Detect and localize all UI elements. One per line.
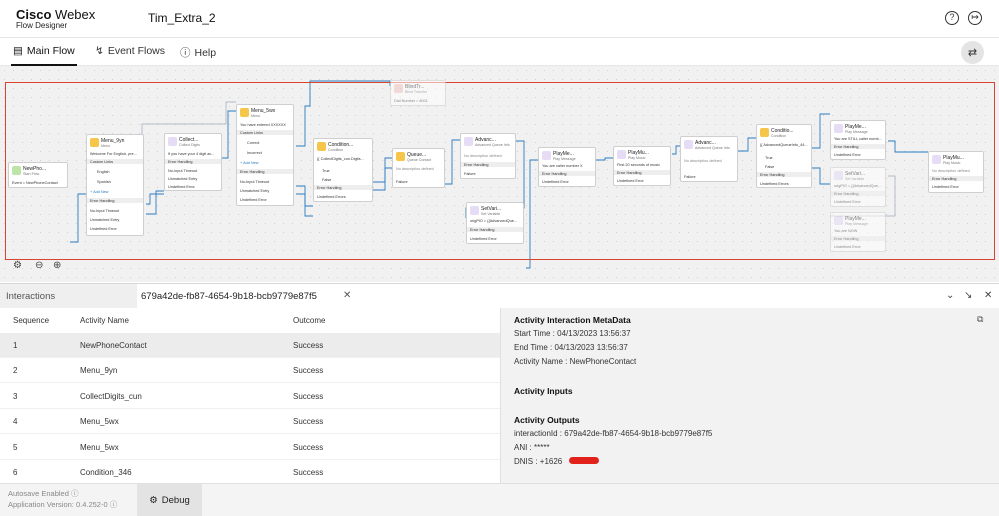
close-icon[interactable]: ✕ [343,290,351,301]
node-play-message-2[interactable]: PlayMe... Play Message You are STILL cal… [830,120,886,160]
app-version: Application Version: 0.4.252-0 ⓘ [8,500,118,509]
outputs-title: Activity Outputs [514,415,580,425]
column-header-outcome[interactable]: Outcome [293,316,325,325]
inputs-title: Activity Inputs [514,386,573,396]
interactions-table: Sequence Activity Name Outcome 1 NewPhon… [0,308,500,483]
table-row[interactable]: 6 Condition_346 Success [0,460,500,485]
app-header: Cisco Webex Flow Designer Tim_Extra_2 ? … [0,0,999,38]
node-play-message-3[interactable]: PlayMe... Play Message You are NOW Error… [830,212,886,252]
output-dnis: DNIS : +1626 [514,457,563,466]
node-menu-5wx[interactable]: Menu_5wx Menu You have entered XXXXXX Cu… [236,104,294,206]
condition-icon [760,128,769,137]
music-icon [617,150,626,159]
autosave-status: Autosave Enabled ⓘ [8,489,79,498]
node-queue-contact[interactable]: Queue... Queue Contact No description de… [392,148,445,188]
menu-icon [240,108,249,117]
table-row[interactable]: 5 Menu_5wx Success [0,435,500,460]
node-play-music-2[interactable]: PlayMu... Play Music No description defi… [928,151,984,193]
flow-canvas[interactable]: NewPho... Start Flow Event = NewPhoneCon… [0,66,999,282]
chevron-down-icon[interactable]: ⌄ [946,290,954,301]
table-row[interactable]: 3 CollectDigits_cun Success [0,384,500,409]
variable-icon [834,171,843,180]
help-icon: ⓘ [180,47,191,59]
logout-icon[interactable]: ↦ [968,11,982,25]
app-footer: Autosave Enabled ⓘ Application Version: … [0,483,999,516]
phone-icon [12,166,21,175]
node-menu-9yn[interactable]: Menu_9yn Menu Welcome For English, pre..… [86,134,144,236]
condition-icon [317,142,326,151]
message-icon [542,151,551,160]
flow-settings-button[interactable]: ⇄ [961,41,984,64]
node-set-variable-1[interactable]: SetVari... Set Variable origPIO = {{Adva… [466,202,524,244]
tab-help[interactable]: ⓘ Help [180,45,216,60]
tab-interaction-id[interactable]: 679a42de-fb87-4654-9b18-bcb9779e87f5 [141,291,317,302]
tab-interactions[interactable]: Interactions [0,284,137,308]
node-play-music-1[interactable]: PlayMu... Play Music First 20 seconds of… [613,146,671,186]
message-icon [834,124,843,133]
end-time: End Time : 04/13/2023 13:56:37 [514,343,628,352]
flow-designer-app: Cisco Webex Flow Designer Tim_Extra_2 ? … [0,0,999,516]
node-set-variable-2[interactable]: SetVari... Set Variable origPIO = {{Adva… [830,167,886,207]
settings-icon[interactable]: ⚙ [13,260,22,271]
queue-icon [396,152,405,161]
column-header-sequence[interactable]: Sequence [13,316,49,325]
variable-icon [470,206,479,215]
menu-icon [90,138,99,147]
node-play-message-1[interactable]: PlayMe... Play Message You are caller nu… [538,147,596,187]
activity-details-panel: ⧉ Activity Interaction MetaData Start Ti… [500,308,999,483]
debug-panel-tabs: Interactions 679a42de-fb87-4654-9b18-bcb… [0,283,999,308]
search-icon [464,137,473,146]
search-icon [684,140,693,149]
output-interaction-id: interactionId : 679a42de-fb87-4654-9b18-… [514,429,713,438]
metadata-title: Activity Interaction MetaData [514,315,631,325]
start-time: Start Time : 04/13/2023 13:56:37 [514,329,631,338]
copy-icon[interactable]: ⧉ [977,314,983,325]
flow-tabs: ▤ Main Flow ↯ Event Flows ⓘ Help [0,38,999,66]
brand-logo: Cisco Webex [16,7,96,22]
node-condition-2[interactable]: Conditio... Condition {{ AdvancedQueueIn… [756,124,812,188]
flow-name[interactable]: Tim_Extra_2 [148,11,216,25]
table-row[interactable]: 4 Menu_5wx Success [0,409,500,434]
info-icon: ⓘ [70,489,79,498]
transfer-icon [394,84,403,93]
close-panel-icon[interactable]: ✕ [984,290,992,301]
flow-icon: ▤ [13,45,23,57]
output-ani: ANI : ***** [514,443,550,452]
collapse-icon[interactable]: ↘ [964,290,972,301]
sliders-icon: ⇄ [967,47,978,59]
activity-name: Activity Name : NewPhoneContact [514,357,637,366]
bug-icon: ⚙ [149,495,158,506]
node-start-flow[interactable]: NewPho... Start Flow Event = NewPhoneCon… [8,162,68,188]
column-header-activity[interactable]: Activity Name [80,316,129,325]
brand-subtitle: Flow Designer [16,21,68,30]
node-blind-transfer[interactable]: BlindTr... Blind Transfer Dial Number = … [390,80,446,106]
keypad-icon [168,137,177,146]
zoom-in-icon[interactable]: ⊕ [53,260,61,271]
table-row[interactable]: 1 NewPhoneContact Success [0,333,500,358]
debug-button[interactable]: ⚙ Debug [137,484,202,516]
lightning-icon: ↯ [95,45,104,57]
message-icon [834,216,843,225]
music-icon [932,155,941,164]
node-advanced-queue-info-2[interactable]: Advanc... Advanced Queue Info No descrip… [680,136,738,182]
node-advanced-queue-info-1[interactable]: Advanc... Advanced Queue Info No descrip… [460,133,516,179]
node-collect-digits[interactable]: Collect... Collect Digits If you have yo… [164,133,222,191]
table-row[interactable]: 2 Menu_9yn Success [0,358,500,383]
info-icon: ⓘ [109,500,118,509]
help-circle-icon[interactable]: ? [945,11,959,25]
redaction-mark [569,457,599,464]
tab-main-flow[interactable]: ▤ Main Flow [13,45,75,57]
node-condition-346[interactable]: Condition... Condition {{ CollectDigits_… [313,138,373,202]
zoom-out-icon[interactable]: ⊖ [35,260,43,271]
tab-event-flows[interactable]: ↯ Event Flows [95,45,165,57]
